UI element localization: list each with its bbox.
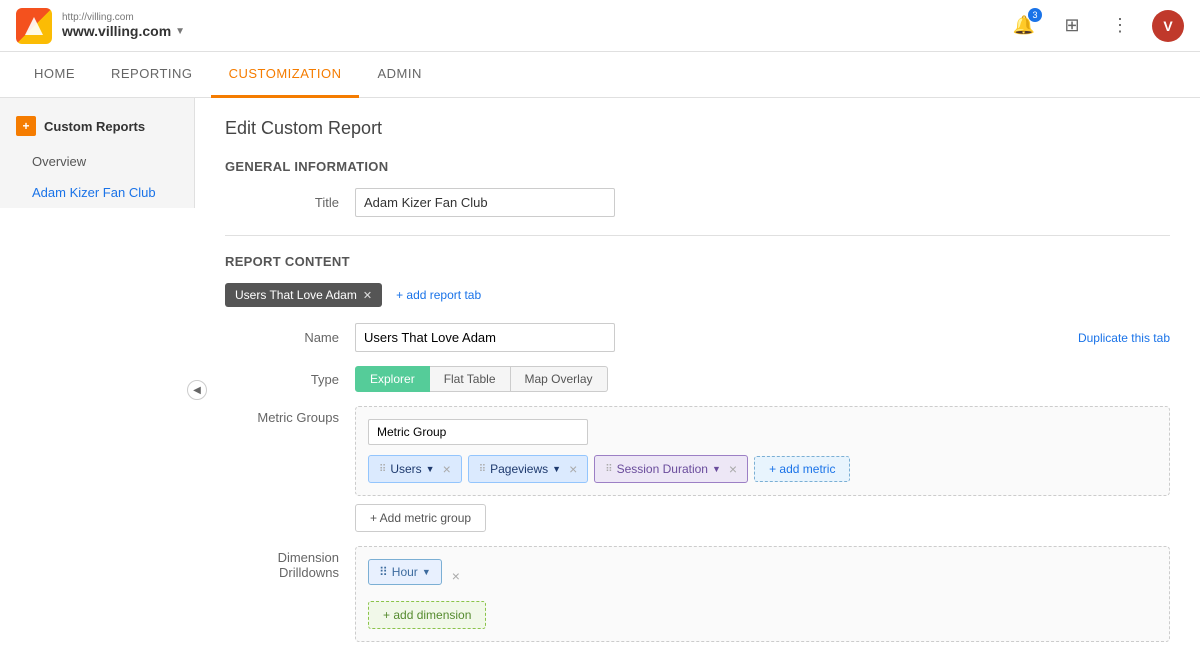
notification-badge: 3 — [1028, 8, 1042, 22]
report-tab-close[interactable]: ✕ — [363, 289, 372, 302]
pageviews-dropdown-arrow[interactable]: ▼ — [552, 464, 561, 474]
logo-icon — [16, 8, 52, 44]
add-metric-group-button[interactable]: + Add metric group — [355, 504, 486, 532]
users-dropdown-arrow[interactable]: ▼ — [426, 464, 435, 474]
main-content: Edit Custom Report General Information T… — [195, 98, 1200, 662]
type-btn-flat-table[interactable]: Flat Table — [430, 366, 511, 392]
pageviews-remove[interactable]: × — [569, 461, 577, 477]
name-input[interactable] — [355, 323, 615, 352]
metric-groups-label: Metric Groups — [225, 406, 355, 425]
hour-dropdown-arrow[interactable]: ▼ — [422, 567, 431, 577]
type-btn-explorer[interactable]: Explorer — [355, 366, 430, 392]
site-dropdown-arrow[interactable]: ▼ — [175, 26, 185, 37]
type-buttons: Explorer Flat Table Map Overlay — [355, 366, 608, 392]
title-label: Title — [225, 195, 355, 210]
metric-group-box: ⠿ Users ▼ × ⠿ Pageviews ▼ × — [355, 406, 1170, 496]
site-info: http://villing.com www.villing.com ▼ — [62, 12, 185, 39]
tab-admin[interactable]: ADMIN — [359, 52, 439, 98]
duplicate-link[interactable]: Duplicate this tab — [1078, 331, 1170, 345]
topbar-right: 🔔 3 ⊞ ⋮ V — [1008, 10, 1184, 42]
tab-reporting[interactable]: REPORTING — [93, 52, 211, 98]
layout: + Custom Reports Overview Adam Kizer Fan… — [0, 98, 1200, 662]
dimension-content: ⠿ Hour ▼ × + add dimension — [355, 546, 1170, 642]
sidebar-header[interactable]: + Custom Reports — [0, 106, 194, 146]
add-metric-button[interactable]: + add metric — [754, 456, 850, 482]
site-url-small: http://villing.com — [62, 12, 185, 23]
tab-customization[interactable]: CUSTOMIZATION — [211, 52, 360, 98]
pageviews-drag-handle[interactable]: ⠿ — [479, 464, 486, 475]
tab-strip: Users That Love Adam ✕ + add report tab — [225, 283, 1170, 307]
general-information-section: General Information Title — [225, 159, 1170, 217]
name-label: Name — [225, 330, 355, 345]
users-remove[interactable]: × — [443, 461, 451, 477]
dimension-drilldowns-row: Dimension Drilldowns ⠿ Hour ▼ × + add di… — [225, 546, 1170, 642]
report-tab[interactable]: Users That Love Adam ✕ — [225, 283, 382, 307]
nav-tabs: HOME REPORTING CUSTOMIZATION ADMIN — [0, 52, 1200, 98]
topbar-left: http://villing.com www.villing.com ▼ — [16, 8, 185, 44]
session-duration-label: Session Duration — [617, 462, 708, 476]
type-row: Type Explorer Flat Table Map Overlay — [225, 366, 1170, 392]
metric-pill-session-duration: ⠿ Session Duration ▼ × — [594, 455, 748, 483]
tab-home[interactable]: HOME — [16, 52, 93, 98]
session-duration-drag-handle[interactable]: ⠿ — [605, 464, 612, 475]
hour-label: Hour — [392, 565, 418, 579]
report-content-section: Report Content Users That Love Adam ✕ + … — [225, 254, 1170, 642]
more-options-icon[interactable]: ⋮ — [1104, 10, 1136, 42]
title-input[interactable] — [355, 188, 615, 217]
report-tab-label: Users That Love Adam — [235, 288, 357, 302]
title-row: Title — [225, 188, 1170, 217]
sidebar-collapse-button[interactable]: ◀ — [187, 380, 207, 400]
metric-group-name — [368, 419, 1157, 445]
apps-icon[interactable]: ⊞ — [1056, 10, 1088, 42]
topbar: http://villing.com www.villing.com ▼ 🔔 3… — [0, 0, 1200, 52]
hour-drag-handle[interactable]: ⠿ — [379, 565, 388, 579]
page-title: Edit Custom Report — [225, 118, 1170, 139]
metric-groups-row: Metric Groups ⠿ Users ▼ × — [225, 406, 1170, 532]
dimension-drilldowns-label: Dimension Drilldowns — [225, 546, 355, 580]
sidebar-item-overview[interactable]: Overview — [0, 146, 194, 177]
notification-bell[interactable]: 🔔 3 — [1008, 10, 1040, 42]
users-label: Users — [390, 462, 421, 476]
users-drag-handle[interactable]: ⠿ — [379, 464, 386, 475]
sidebar: + Custom Reports Overview Adam Kizer Fan… — [0, 98, 195, 208]
add-tab-button[interactable]: + add report tab — [388, 284, 489, 306]
metrics-row: ⠿ Users ▼ × ⠿ Pageviews ▼ × — [368, 455, 1157, 483]
add-dimension-button[interactable]: + add dimension — [368, 601, 486, 629]
type-btn-map-overlay[interactable]: Map Overlay — [511, 366, 608, 392]
section-divider-1 — [225, 235, 1170, 236]
name-row: Name Duplicate this tab — [225, 323, 1170, 352]
custom-reports-icon: + — [16, 116, 36, 136]
metric-pill-users: ⠿ Users ▼ × — [368, 455, 462, 483]
pageviews-label: Pageviews — [490, 462, 548, 476]
metric-pill-pageviews: ⠿ Pageviews ▼ × — [468, 455, 588, 483]
dimension-box: ⠿ Hour ▼ × + add dimension — [355, 546, 1170, 642]
metric-group-name-input[interactable] — [368, 419, 588, 445]
dimension-pill-hour: ⠿ Hour ▼ — [368, 559, 442, 585]
sidebar-item-adam-kizer[interactable]: Adam Kizer Fan Club — [0, 177, 194, 208]
general-info-title: General Information — [225, 159, 1170, 174]
session-duration-remove[interactable]: × — [729, 461, 737, 477]
site-url-main[interactable]: www.villing.com ▼ — [62, 23, 185, 39]
avatar[interactable]: V — [1152, 10, 1184, 42]
type-label: Type — [225, 372, 355, 387]
metric-groups-content: ⠿ Users ▼ × ⠿ Pageviews ▼ × — [355, 406, 1170, 532]
session-duration-dropdown-arrow[interactable]: ▼ — [712, 464, 721, 474]
sidebar-header-label: Custom Reports — [44, 119, 145, 134]
sidebar-wrapper: + Custom Reports Overview Adam Kizer Fan… — [0, 98, 195, 662]
report-content-title: Report Content — [225, 254, 1170, 269]
hour-remove[interactable]: × — [452, 568, 460, 584]
